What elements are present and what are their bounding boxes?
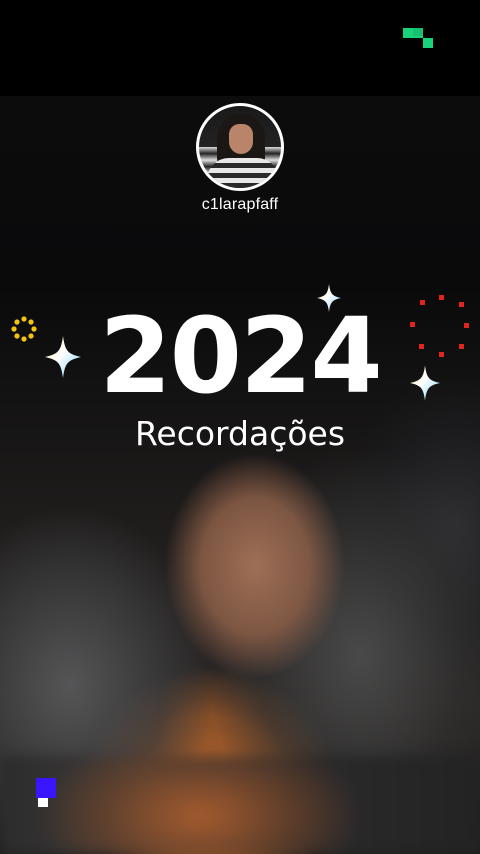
- pixel-green-icon: [403, 28, 433, 48]
- red-dots-ring-icon: [410, 295, 469, 357]
- sun-dots-icon: [11, 316, 37, 342]
- avatar-face: [229, 124, 253, 154]
- sparkle-icon: [410, 365, 440, 401]
- recap-subtitle: Recordações: [134, 414, 346, 453]
- username[interactable]: c1larapfaff: [140, 196, 340, 214]
- pixel-blue-icon: [36, 778, 56, 807]
- avatar-shirt: [207, 158, 279, 188]
- year-title: 2024: [99, 295, 382, 417]
- background-photo-bottom: [0, 756, 480, 854]
- story-screen[interactable]: c1larapfaff 2024 Recordações: [0, 0, 480, 854]
- avatar[interactable]: [196, 103, 284, 191]
- sparkle-icon: [45, 336, 81, 378]
